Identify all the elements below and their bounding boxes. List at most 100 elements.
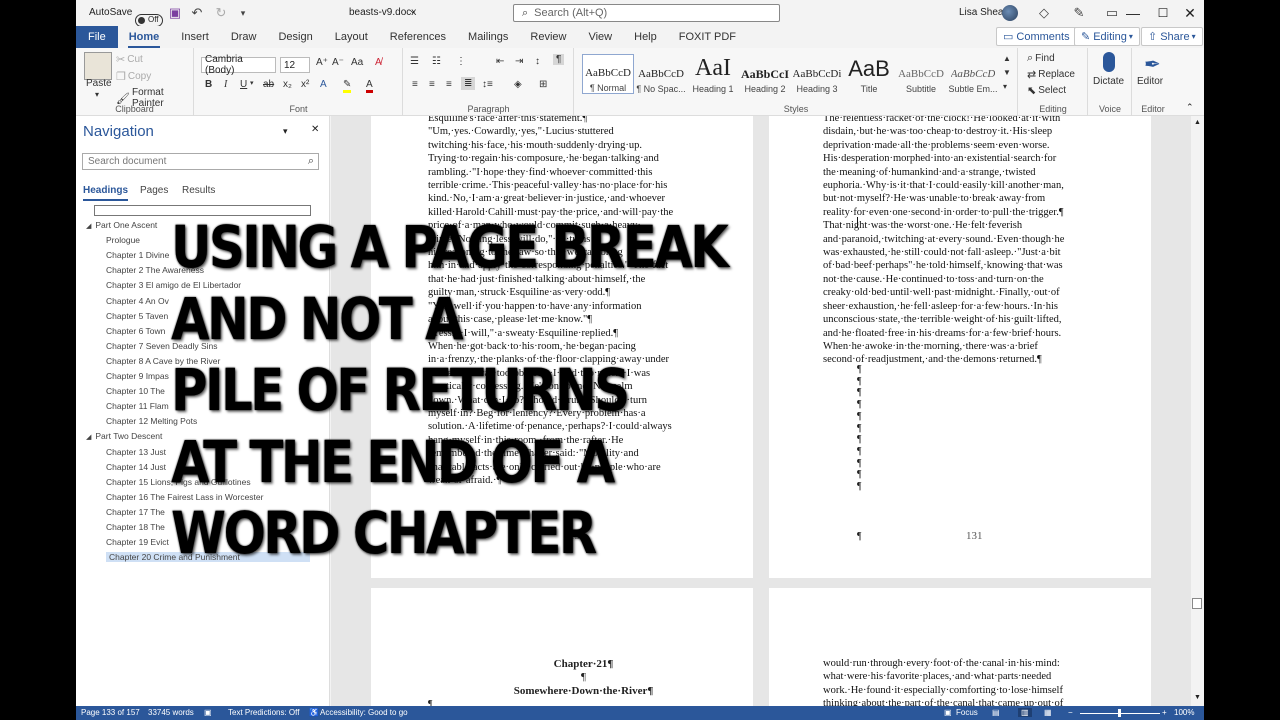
document-filename[interactable]: beasts-v9.docx [349,7,416,18]
borders-icon[interactable]: ⊞ [539,79,547,90]
nav-heading-chapter[interactable]: Chapter 9 Impas [106,371,169,381]
align-center-icon[interactable]: ≡ [429,79,435,90]
nav-heading-chapter[interactable]: Chapter 11 Flam [106,401,169,411]
tab-layout[interactable]: Layout [324,26,379,48]
nav-heading-part[interactable]: ◢ Part Two Descent [86,431,162,441]
page-133[interactable]: would·run·through·every·foot·of·the·cana… [769,588,1151,706]
tab-pages[interactable]: Pages [140,185,168,196]
font-size-select[interactable]: 12 [280,57,310,73]
justify-icon[interactable]: ≣ [461,77,476,90]
scroll-up-icon[interactable]: ▲ [1194,119,1201,126]
page-count[interactable]: Page 133 of 157 [81,708,140,717]
text-effects-icon[interactable]: A [320,79,327,90]
replace-button[interactable]: ⇄ Replace [1027,68,1075,81]
styles-scroll-down-icon[interactable]: ▼ [1003,68,1011,77]
empty-paragraph-mark[interactable]: ¶ [857,458,862,470]
dictate-button[interactable]: Dictate [1093,76,1124,87]
search-input[interactable]: ⌕ Search (Alt+Q) [513,4,780,22]
underline-chevron-icon[interactable]: ▾ [250,79,254,87]
align-right-icon[interactable]: ≡ [446,79,452,90]
collapse-caret-icon[interactable]: ◢ [86,434,91,441]
paste-button[interactable]: Paste [86,78,112,89]
nav-heading-chapter[interactable]: Chapter 19 Evict [106,537,169,547]
change-case-icon[interactable]: Aa [351,57,363,68]
nav-search-input[interactable]: Search document ⌕ [82,153,319,170]
user-avatar[interactable] [1002,5,1018,21]
tab-help[interactable]: Help [623,26,668,48]
tab-file[interactable]: File [76,26,118,48]
collapse-caret-icon[interactable]: ◢ [86,223,91,230]
empty-paragraph-mark[interactable]: ¶ [857,481,862,493]
zoom-level[interactable]: 100% [1174,708,1194,717]
grow-font-icon[interactable]: A⁺ [316,57,328,68]
underline-icon[interactable]: U [240,79,247,90]
microphone-icon[interactable] [1103,52,1115,72]
close-icon[interactable]: ✕ [1176,0,1204,26]
nav-heading-chapter[interactable]: Chapter 14 Just [106,462,166,472]
pane-options-icon[interactable]: ▾ [283,126,288,137]
page-133-text[interactable]: would·run·through·every·foot·of·the·cana… [823,657,1099,706]
nav-heading-chapter[interactable]: Chapter 17 The [106,507,165,517]
search-icon[interactable]: ⌕ [308,155,314,168]
tab-design[interactable]: Design [267,26,323,48]
style-title[interactable]: AaB Title [843,54,895,94]
nav-heading-chapter[interactable]: Chapter 4 An Ov [106,296,169,306]
subscript-icon[interactable]: x₂ [283,79,292,90]
bullets-icon[interactable]: ☰ [410,56,419,67]
cut-button[interactable]: ✂ Cut [116,53,143,66]
empty-paragraph-mark[interactable]: ¶ [857,469,862,481]
select-button[interactable]: ⬉ Select [1027,84,1066,97]
nav-heading-chapter[interactable]: Chapter 1 Divine [106,250,169,260]
proofing-icon[interactable]: ▣ [204,708,212,717]
share-button[interactable]: ⇧ Share ▾ [1141,27,1203,46]
style-subtle-emphasis[interactable]: AaBbCcD Subtle Em... [947,54,999,94]
nav-heading-chapter[interactable]: Chapter 13 Just [106,447,166,457]
empty-paragraph-mark[interactable]: ¶ [857,434,862,446]
empty-paragraph-mark[interactable]: ¶ [857,376,862,388]
zoom-slider-thumb[interactable] [1118,709,1121,717]
bold-icon[interactable]: B [205,79,212,90]
superscript-icon[interactable]: x² [301,79,309,90]
web-layout-icon[interactable]: ▦ [1044,708,1052,717]
style-heading-2[interactable]: AaBbCcI Heading 2 [739,54,791,94]
align-left-icon[interactable]: ≡ [412,79,418,90]
scroll-thumb[interactable] [1192,598,1202,609]
highlight-icon[interactable]: ✎ [343,79,352,93]
zoom-out-icon[interactable]: − [1068,708,1073,717]
chapter-heading[interactable]: Chapter·21¶ ¶ Somewhere·Down·the·River¶ [371,658,753,698]
tab-references[interactable]: References [379,26,457,48]
nav-heading-chapter[interactable]: Chapter 10 The [106,386,165,396]
font-family-select[interactable]: Cambria (Body) [201,54,276,76]
page-132[interactable]: Chapter·21¶ ¶ Somewhere·Down·the·River¶ … [371,588,753,706]
style-no-spacing[interactable]: AaBbCcD ¶ No Spac... [635,54,687,94]
empty-paragraph-mark[interactable]: ¶ [857,387,862,399]
nav-heading-chapter[interactable]: Chapter 6 Town [106,326,165,336]
pen-icon[interactable]: ✎ [1068,2,1090,24]
nav-heading-chapter[interactable]: Chapter 5 Taven [106,311,168,321]
empty-paragraph-mark[interactable]: ¶ [857,423,862,435]
autosave-toggle[interactable]: Off [135,13,163,27]
close-pane-icon[interactable]: ✕ [311,124,319,135]
multilevel-list-icon[interactable]: ⋮ [456,56,466,67]
print-layout-icon[interactable]: ▥ [1018,708,1032,717]
diamond-icon[interactable]: ◇ [1033,2,1055,24]
tab-insert[interactable]: Insert [170,26,220,48]
style-normal[interactable]: AaBbCcD ¶ Normal [582,54,634,94]
read-mode-icon[interactable]: ▤ [992,708,1000,717]
show-formatting-icon[interactable]: ¶ [553,54,565,65]
page-131-text[interactable]: The·relentless·racket·of·the·clock!·He·l… [823,116,1099,367]
editing-mode-button[interactable]: ✎ Editing ▾ [1074,27,1140,46]
empty-paragraph-mark[interactable]: ¶ [857,446,862,458]
word-count[interactable]: 33745 words [148,708,194,717]
page-131[interactable]: The·relentless·racket·of·the·clock!·He·l… [769,116,1151,578]
nav-heading-chapter[interactable]: Prologue [106,235,140,245]
increase-indent-icon[interactable]: ⇥ [515,56,523,67]
copy-button[interactable]: ❐ Copy [116,70,151,83]
accessibility-status[interactable]: Accessibility: Good to go [320,708,408,717]
font-color-icon[interactable]: A [366,79,373,93]
vertical-scrollbar[interactable]: ▲ ▼ [1191,116,1204,706]
minimize-icon[interactable]: — [1118,0,1148,26]
tab-review[interactable]: Review [519,26,577,48]
paste-chevron-icon[interactable]: ▾ [95,90,99,99]
nav-heading-part[interactable]: ◢ Part One Ascent [86,220,157,230]
